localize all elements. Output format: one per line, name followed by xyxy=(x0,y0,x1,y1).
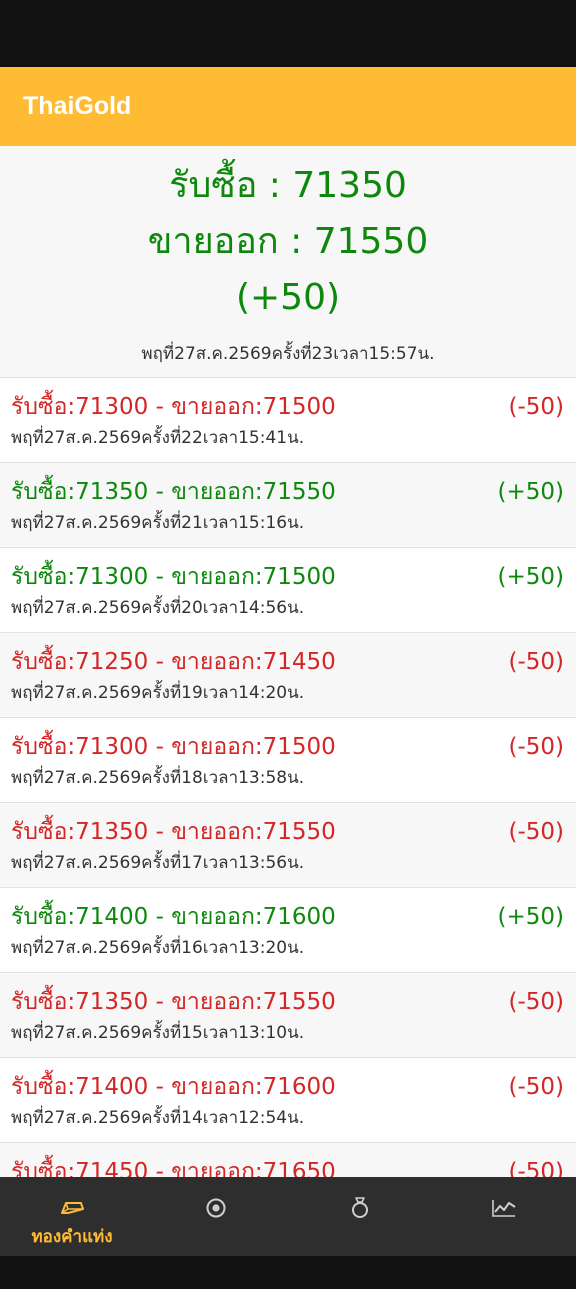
nav-item-chart[interactable] xyxy=(432,1177,576,1256)
update-time: พฤที่27ส.ค.2569ครั้งที่19เวลา14:20น. xyxy=(11,683,305,703)
latest-price-change: (+50) xyxy=(235,277,341,318)
price-range: รับซื้อ:71300 - ขายออก:71500 xyxy=(11,564,336,590)
update-time: พฤที่27ส.ค.2569ครั้งที่14เวลา12:54น. xyxy=(11,1108,305,1128)
status-bar xyxy=(0,0,576,67)
update-time: พฤที่27ส.ค.2569ครั้งที่17เวลา13:56น. xyxy=(11,853,305,873)
price-change: (-50) xyxy=(508,734,564,760)
list-item[interactable]: รับซื้อ:71350 - ขายออก:71550 (-50) พฤที่27… xyxy=(0,973,576,1058)
list-item[interactable]: รับซื้อ:71400 - ขายออก:71600 (+50) พฤที่27… xyxy=(0,888,576,973)
list-item[interactable]: รับซื้อ:71450 - ขายออก:71650 (-50) xyxy=(0,1143,576,1177)
price-change: (+50) xyxy=(497,564,564,590)
price-change: (-50) xyxy=(508,649,564,675)
price-change: (-50) xyxy=(508,819,564,845)
price-range: รับซื้อ:71450 - ขายออก:71650 xyxy=(11,1159,336,1177)
list-item[interactable]: รับซื้อ:71300 - ขายออก:71500 (+50) พฤที่27… xyxy=(0,548,576,633)
latest-price-summary: รับซื้อ : 71350 ขายออก : 71550 (+50) พฤท… xyxy=(0,146,576,378)
price-range: รับซื้อ:71400 - ขายออก:71600 xyxy=(11,1074,336,1100)
system-navigation-bar xyxy=(0,1256,576,1289)
list-item[interactable]: รับซื้อ:71250 - ขายออก:71450 (-50) พฤที่27… xyxy=(0,633,576,718)
app-title: ThaiGold xyxy=(23,92,132,120)
price-range: รับซื้อ:71300 - ขายออก:71500 xyxy=(11,734,336,760)
price-range: รับซื้อ:71350 - ขายออก:71550 xyxy=(11,479,336,505)
nav-item-gold-bar[interactable]: ทองคำแท่ง xyxy=(0,1177,144,1256)
nav-item-circle[interactable] xyxy=(144,1177,288,1256)
price-range: รับซื้อ:71250 - ขายออก:71450 xyxy=(11,649,336,675)
price-list-screen[interactable]: รับซื้อ : 71350 ขายออก : 71550 (+50) พฤท… xyxy=(0,146,576,1177)
trend-chart-icon xyxy=(491,1197,517,1219)
circle-dot-icon xyxy=(203,1197,229,1219)
price-change: (-50) xyxy=(508,394,564,420)
price-range: รับซื้อ:71350 - ขายออก:71550 xyxy=(11,989,336,1015)
latest-sell-price: ขายออก : 71550 xyxy=(147,221,429,262)
update-time: พฤที่27ส.ค.2569ครั้งที่15เวลา13:10น. xyxy=(11,1023,305,1043)
price-change: (+50) xyxy=(497,479,564,505)
list-item[interactable]: รับซื้อ:71300 - ขายออก:71500 (-50) พฤที่27… xyxy=(0,718,576,803)
update-time: พฤที่27ส.ค.2569ครั้งที่16เวลา13:20น. xyxy=(11,938,305,958)
nav-item-ring[interactable] xyxy=(288,1177,432,1256)
list-item[interactable]: รับซื้อ:71350 - ขายออก:71550 (-50) พฤที่27… xyxy=(0,803,576,888)
price-range: รับซื้อ:71350 - ขายออก:71550 xyxy=(11,819,336,845)
nav-label-gold-bar: ทองคำแท่ง xyxy=(31,1227,113,1247)
latest-buy-price: รับซื้อ : 71350 xyxy=(169,165,407,206)
gold-bar-icon xyxy=(59,1197,85,1219)
update-time: พฤที่27ส.ค.2569ครั้งที่22เวลา15:41น. xyxy=(11,428,305,448)
ring-icon xyxy=(347,1197,373,1219)
update-time: พฤที่27ส.ค.2569ครั้งที่20เวลา14:56น. xyxy=(11,598,305,618)
price-change: (+50) xyxy=(497,904,564,930)
update-time: พฤที่27ส.ค.2569ครั้งที่18เวลา13:58น. xyxy=(11,768,305,788)
update-time: พฤที่27ส.ค.2569ครั้งที่21เวลา15:16น. xyxy=(11,513,305,533)
price-history-list[interactable]: รับซื้อ:71300 - ขายออก:71500 (-50) พฤที่27… xyxy=(0,378,576,1177)
price-change: (-50) xyxy=(508,1159,564,1177)
price-change: (-50) xyxy=(508,989,564,1015)
bottom-navigation: ทองคำแท่ง xyxy=(0,1177,576,1256)
latest-update-time: พฤที่27ส.ค.2569ครั้งที่23เวลา15:57น. xyxy=(141,344,435,364)
list-item[interactable]: รับซื้อ:71300 - ขายออก:71500 (-50) พฤที่27… xyxy=(0,378,576,463)
app-bar: ThaiGold xyxy=(0,67,576,146)
price-range: รับซื้อ:71400 - ขายออก:71600 xyxy=(11,904,336,930)
list-item[interactable]: รับซื้อ:71350 - ขายออก:71550 (+50) พฤที่27… xyxy=(0,463,576,548)
list-item[interactable]: รับซื้อ:71400 - ขายออก:71600 (-50) พฤที่27… xyxy=(0,1058,576,1143)
price-range: รับซื้อ:71300 - ขายออก:71500 xyxy=(11,394,336,420)
price-change: (-50) xyxy=(508,1074,564,1100)
